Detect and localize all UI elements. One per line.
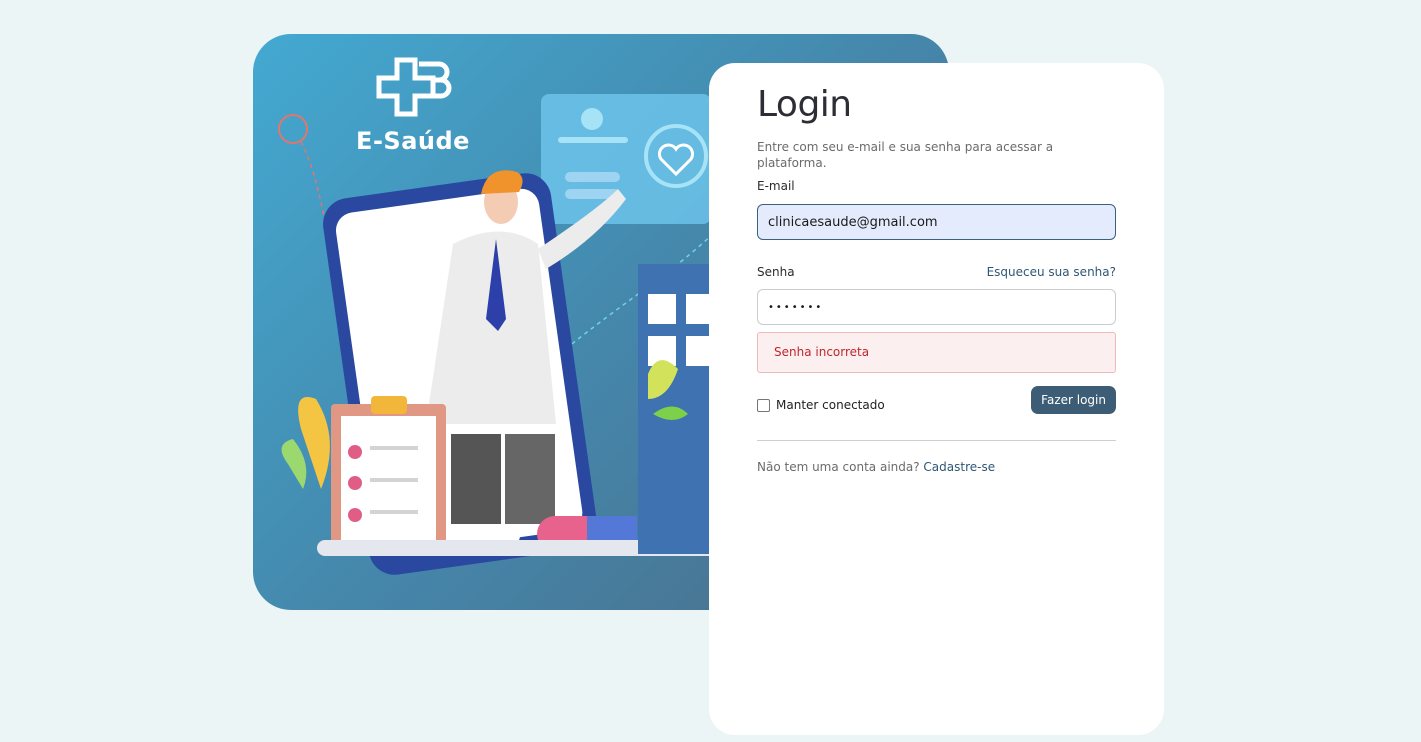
email-label: E-mail bbox=[757, 179, 795, 193]
password-label: Senha bbox=[757, 265, 795, 279]
remember-checkbox[interactable] bbox=[757, 398, 770, 412]
signup-link[interactable]: Cadastre-se bbox=[923, 460, 995, 474]
login-subtitle: Entre com seu e-mail e sua senha para ac… bbox=[757, 140, 1054, 170]
email-label-row: E-mail bbox=[757, 178, 1116, 194]
login-button[interactable]: Fazer login bbox=[1031, 386, 1116, 414]
brand-name: E-Saúde bbox=[356, 127, 470, 155]
login-actions: Manter conectado Fazer login bbox=[757, 386, 1116, 414]
signup-prompt: Não tem uma conta ainda? Cadastre-se bbox=[757, 460, 1116, 474]
remember-label: Manter conectado bbox=[776, 398, 885, 412]
error-message: Senha incorreta bbox=[757, 332, 1116, 373]
page-title: Login bbox=[757, 84, 852, 125]
password-field[interactable] bbox=[757, 289, 1116, 325]
login-card: Login Entre com seu e-mail e sua senha p… bbox=[709, 63, 1164, 735]
forgot-password-link[interactable]: Esqueceu sua senha? bbox=[987, 265, 1116, 279]
email-field[interactable] bbox=[757, 204, 1116, 240]
divider bbox=[757, 440, 1116, 441]
password-label-row: Senha Esqueceu sua senha? bbox=[757, 263, 1116, 281]
page: E-Saúde Login Entre com seu e-mail e sua… bbox=[0, 0, 1421, 742]
check-icon bbox=[348, 445, 362, 522]
signup-text: Não tem uma conta ainda? bbox=[757, 460, 920, 474]
remember-me[interactable]: Manter conectado bbox=[757, 398, 885, 412]
health-cross-logo-icon bbox=[376, 57, 452, 117]
